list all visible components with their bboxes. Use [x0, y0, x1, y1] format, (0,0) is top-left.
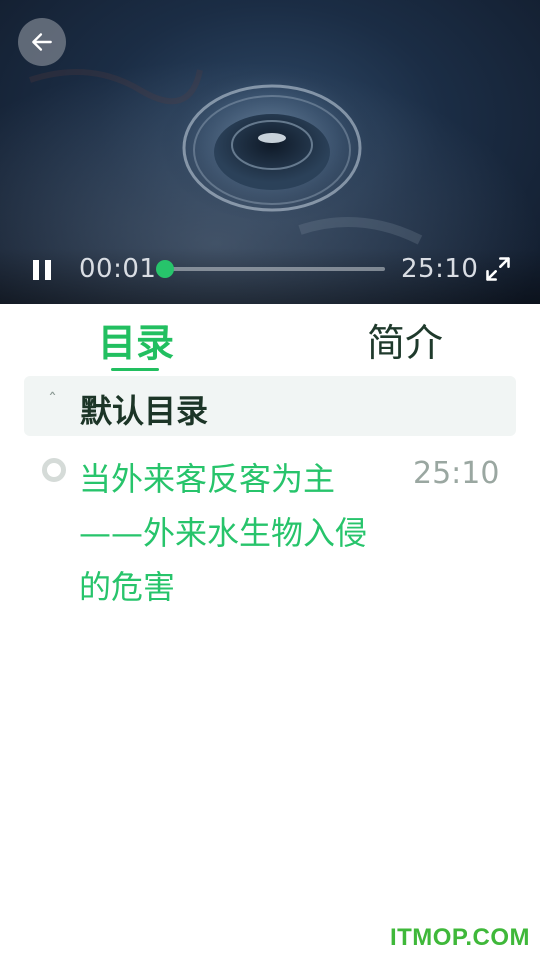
- video-player[interactable]: 00:01 25:10: [0, 0, 540, 304]
- current-time: 00:01: [79, 254, 157, 284]
- course-player-page: 00:01 25:10 目录 简介 ˆ 默认目录 当外来客反客为主——外来水生物…: [0, 0, 540, 960]
- episode-duration: 25:10: [413, 456, 500, 491]
- episode-title: 当外来客反客为主——外来水生物入侵的危害: [79, 460, 368, 606]
- tab-intro[interactable]: 简介: [367, 312, 443, 367]
- radio-dot-icon: [42, 458, 66, 482]
- tab-catalog[interactable]: 目录: [98, 312, 174, 367]
- pause-button[interactable]: [30, 258, 54, 282]
- chevron-up-icon: ˆ: [48, 390, 57, 411]
- pause-icon-bar-right: [45, 260, 51, 280]
- fullscreen-icon: [486, 257, 510, 281]
- back-button[interactable]: [18, 18, 66, 66]
- episode-list-item[interactable]: 当外来客反客为主——外来水生物入侵的危害 25:10: [24, 446, 516, 616]
- seek-bar[interactable]: [156, 260, 385, 278]
- arrow-left-icon: [32, 33, 52, 51]
- pause-icon-bar-left: [33, 260, 39, 280]
- total-time: 25:10: [401, 254, 479, 284]
- player-controls: 00:01 25:10: [0, 248, 540, 304]
- content-tabs: 目录 简介: [0, 304, 540, 376]
- seek-thumb[interactable]: [156, 260, 175, 278]
- fullscreen-button[interactable]: [484, 255, 512, 283]
- catalog-section-header[interactable]: ˆ 默认目录: [24, 376, 516, 436]
- catalog-section-title: 默认目录: [80, 392, 209, 430]
- active-tab-indicator: [111, 368, 159, 371]
- watermark: ITMOP.COM: [389, 924, 530, 951]
